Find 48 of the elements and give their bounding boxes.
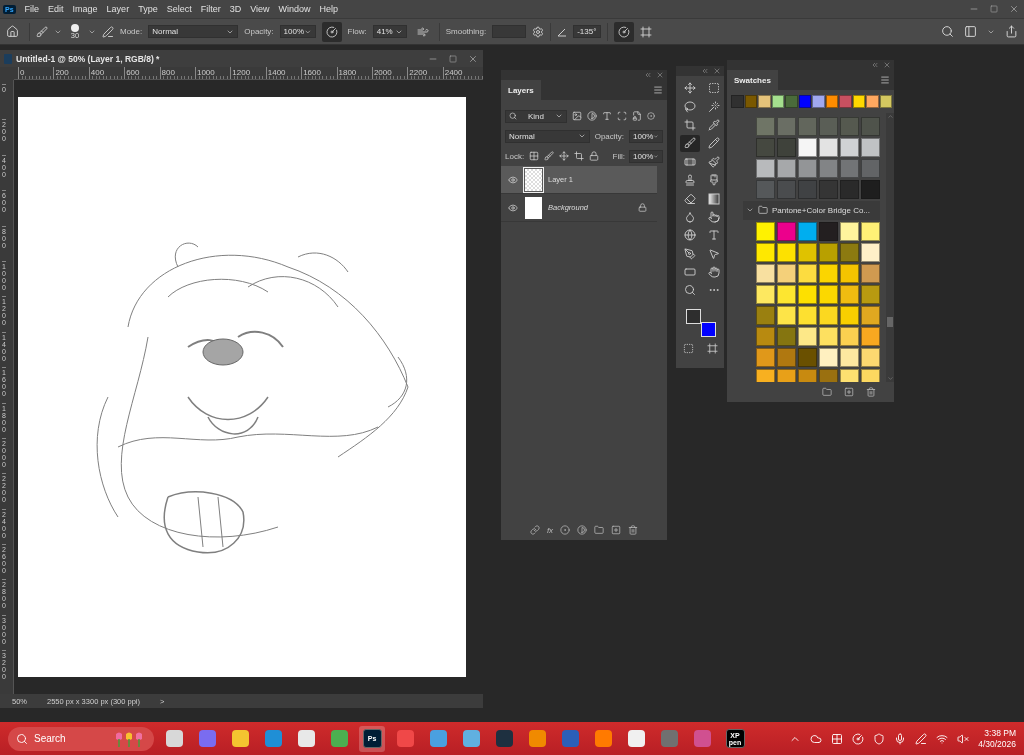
- layers-tab[interactable]: Layers: [501, 80, 541, 100]
- menu-item[interactable]: Filter: [200, 4, 221, 14]
- ruler-label: 1400: [265, 67, 302, 79]
- ruler-label: 0: [18, 67, 54, 79]
- opacity-label: Opacity:: [244, 27, 274, 36]
- document-title: Untitled-1 @ 50% (Layer 1, RGB/8) *: [16, 53, 160, 64]
- smoothing-label: Smoothing:: [445, 27, 487, 36]
- menu-item[interactable]: Layer: [106, 4, 130, 14]
- date-text: 4/30/2026: [978, 738, 1016, 750]
- fill-field[interactable]: 100%: [629, 149, 663, 163]
- ruler-label: 1000: [194, 67, 231, 79]
- angle-field[interactable]: -135°: [573, 25, 602, 38]
- opacity-label: Opacity:: [594, 131, 624, 141]
- menu-item[interactable]: Type: [138, 4, 158, 14]
- clock[interactable]: 3:38 PM 4/30/2026: [978, 727, 1016, 750]
- menu-item[interactable]: Select: [166, 4, 192, 14]
- ruler-label: 2400: [442, 67, 479, 79]
- ruler-label: 2000: [371, 67, 408, 79]
- fill-label: Fill:: [612, 151, 625, 161]
- menu-item[interactable]: Edit: [48, 4, 64, 14]
- menu-item[interactable]: Image: [72, 4, 98, 14]
- ruler-label: 1200: [230, 67, 266, 79]
- mode-label: Mode:: [120, 27, 143, 36]
- lock-label: Lock:: [505, 151, 525, 161]
- opacity-field[interactable]: 100%: [629, 129, 663, 143]
- ruler-label: 600: [124, 67, 160, 79]
- flow-label: Flow:: [347, 27, 367, 36]
- menu-item[interactable]: 3D: [229, 4, 242, 14]
- menu-item[interactable]: View: [250, 4, 270, 14]
- mode-dropdown[interactable]: Normal: [148, 25, 239, 38]
- swatches-tab[interactable]: Swatches: [727, 70, 778, 90]
- ruler-label: 400: [88, 67, 125, 79]
- time-text: 3:38 PM: [984, 727, 1016, 739]
- search-field[interactable]: Search: [8, 726, 154, 751]
- ruler-label: 800: [159, 67, 195, 79]
- ruler-label: 200: [53, 67, 89, 79]
- effects-button[interactable]: fx: [546, 525, 554, 535]
- menu-item[interactable]: Window: [278, 4, 311, 14]
- menu-item[interactable]: Help: [319, 4, 339, 14]
- ruler-label: 2200: [407, 67, 443, 79]
- blend-mode-dropdown[interactable]: Normal: [505, 129, 590, 143]
- swatch-folder-row[interactable]: Pantone+Color Bridge Co...: [743, 200, 880, 220]
- menu-item[interactable]: File: [24, 4, 40, 14]
- opacity-field[interactable]: 100%: [279, 25, 316, 38]
- ruler-label: 1800: [336, 67, 372, 79]
- filter-dropdown[interactable]: Kind: [505, 109, 567, 123]
- ruler-label: 1600: [301, 67, 337, 79]
- flow-field[interactable]: 41%: [372, 25, 407, 38]
